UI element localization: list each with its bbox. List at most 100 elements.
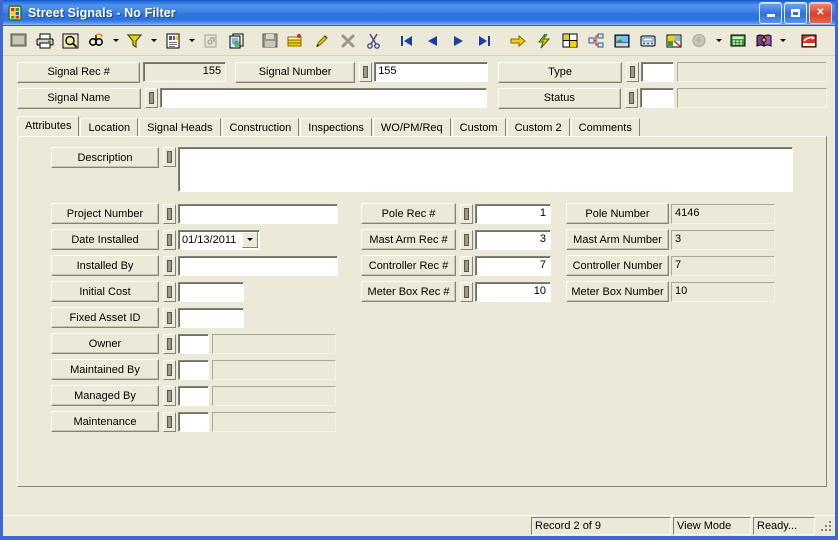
tab-construction[interactable]: Construction [221,118,300,136]
status-code-field[interactable] [640,88,674,108]
close-button[interactable]: ✕ [809,1,832,24]
filter-icon[interactable] [122,28,147,53]
initial-cost-lock-icon[interactable] [163,281,176,302]
owner-lock-icon[interactable] [163,333,176,354]
description-label[interactable]: Description [51,147,159,168]
mast-arm-rec-label[interactable]: Mast Arm Rec # [361,229,456,250]
fixed-asset-id-field[interactable] [178,307,244,328]
mast-arm-rec-lock-icon[interactable] [460,229,473,250]
date-installed-lock-icon[interactable] [163,229,176,250]
minimize-button[interactable] [759,1,782,24]
pole-number-label[interactable]: Pole Number [566,203,669,224]
status-label[interactable]: Status [497,87,622,109]
fixed-asset-id-lock-icon[interactable] [163,307,176,328]
tree-icon[interactable] [583,28,608,53]
filter-dropdown-arrow[interactable] [148,28,159,53]
image-icon[interactable] [609,28,634,53]
project-number-field[interactable] [178,203,338,224]
print-preview-icon[interactable] [58,28,83,53]
report-dropdown-arrow[interactable] [186,28,197,53]
copy-record-icon[interactable] [224,28,249,53]
installed-by-field[interactable] [178,255,338,276]
phone-icon[interactable] [635,28,660,53]
calculator-icon[interactable] [725,28,750,53]
report-icon[interactable] [160,28,185,53]
meter-box-number-label[interactable]: Meter Box Number [566,281,669,302]
gis-icon[interactable] [661,28,686,53]
owner-code-field[interactable] [178,333,209,354]
type-code-field[interactable] [640,62,675,82]
project-number-lock-icon[interactable] [163,203,176,224]
tab-wo-pm-req[interactable]: WO/PM/Req [372,118,451,136]
controller-rec-field[interactable]: 7 [475,255,551,276]
signal-name-lock-icon[interactable] [144,88,158,108]
signal-number-field[interactable]: 155 [374,62,488,82]
add-record-icon[interactable] [283,28,308,53]
lightning-icon[interactable] [531,28,556,53]
tab-inspections[interactable]: Inspections [300,118,372,136]
status-lock-icon[interactable] [625,88,639,108]
tab-signal-heads[interactable]: Signal Heads [139,118,221,136]
type-label[interactable]: Type [498,61,622,83]
next-record-icon[interactable] [446,28,471,53]
meter-box-rec-label[interactable]: Meter Box Rec # [361,281,456,302]
mast-arm-number-label[interactable]: Mast Arm Number [566,229,669,250]
managed-by-code-field[interactable] [178,385,209,406]
meter-box-rec-field[interactable]: 10 [475,281,551,302]
signal-name-label[interactable]: Signal Name [17,87,141,109]
tab-location[interactable]: Location [80,118,139,136]
find-dropdown-arrow[interactable] [110,28,121,53]
maintenance-code-field[interactable] [178,411,209,432]
find-icon[interactable] [84,28,109,53]
screen-icon[interactable] [6,28,31,53]
controller-number-label[interactable]: Controller Number [566,255,669,276]
date-picker-dropdown-icon[interactable] [242,231,258,248]
print-icon[interactable] [32,28,57,53]
pole-rec-label[interactable]: Pole Rec # [361,203,456,224]
installed-by-lock-icon[interactable] [163,255,176,276]
initial-cost-label[interactable]: Initial Cost [51,281,159,302]
exit-icon[interactable] [796,28,821,53]
pole-rec-field[interactable]: 1 [475,203,551,224]
maximize-button[interactable] [784,1,807,24]
delete-icon[interactable] [335,28,360,53]
tab-custom-2[interactable]: Custom 2 [506,118,570,136]
tab-attributes[interactable]: Attributes [17,116,80,136]
managed-by-lock-icon[interactable] [163,385,176,406]
last-record-icon[interactable] [472,28,497,53]
maintenance-lock-icon[interactable] [163,411,176,432]
book-dropdown-arrow[interactable] [777,28,788,53]
resize-grip-icon[interactable] [819,519,833,533]
maintained-by-code-field[interactable] [178,359,209,380]
properties-icon[interactable] [198,28,223,53]
book-icon[interactable] [751,28,776,53]
spell-check-dropdown-arrow[interactable] [713,28,724,53]
maintained-by-label[interactable]: Maintained By [51,359,159,380]
signal-number-lock-icon[interactable] [359,62,373,82]
initial-cost-field[interactable] [178,281,244,302]
edit-icon[interactable] [309,28,334,53]
spell-check-icon[interactable] [687,28,712,53]
cut-icon[interactable] [361,28,386,53]
controller-rec-label[interactable]: Controller Rec # [361,255,456,276]
tab-custom[interactable]: Custom [451,118,506,136]
signal-number-label[interactable]: Signal Number [234,61,356,83]
mast-arm-rec-field[interactable]: 3 [475,229,551,250]
controller-rec-lock-icon[interactable] [460,255,473,276]
date-installed-label[interactable]: Date Installed [51,229,159,250]
meter-box-rec-lock-icon[interactable] [460,281,473,302]
owner-label[interactable]: Owner [51,333,159,354]
description-field[interactable] [178,147,793,192]
description-lock-icon[interactable] [163,147,176,167]
maintained-by-lock-icon[interactable] [163,359,176,380]
managed-by-label[interactable]: Managed By [51,385,159,406]
installed-by-label[interactable]: Installed By [51,255,159,276]
save-icon[interactable] [257,28,282,53]
first-record-icon[interactable] [394,28,419,53]
fixed-asset-id-label[interactable]: Fixed Asset ID [51,307,159,328]
project-number-label[interactable]: Project Number [51,203,159,224]
type-lock-icon[interactable] [625,62,639,82]
pole-rec-lock-icon[interactable] [460,203,473,224]
tab-comments[interactable]: Comments [570,118,640,136]
signal-rec-label[interactable]: Signal Rec # [17,61,141,83]
